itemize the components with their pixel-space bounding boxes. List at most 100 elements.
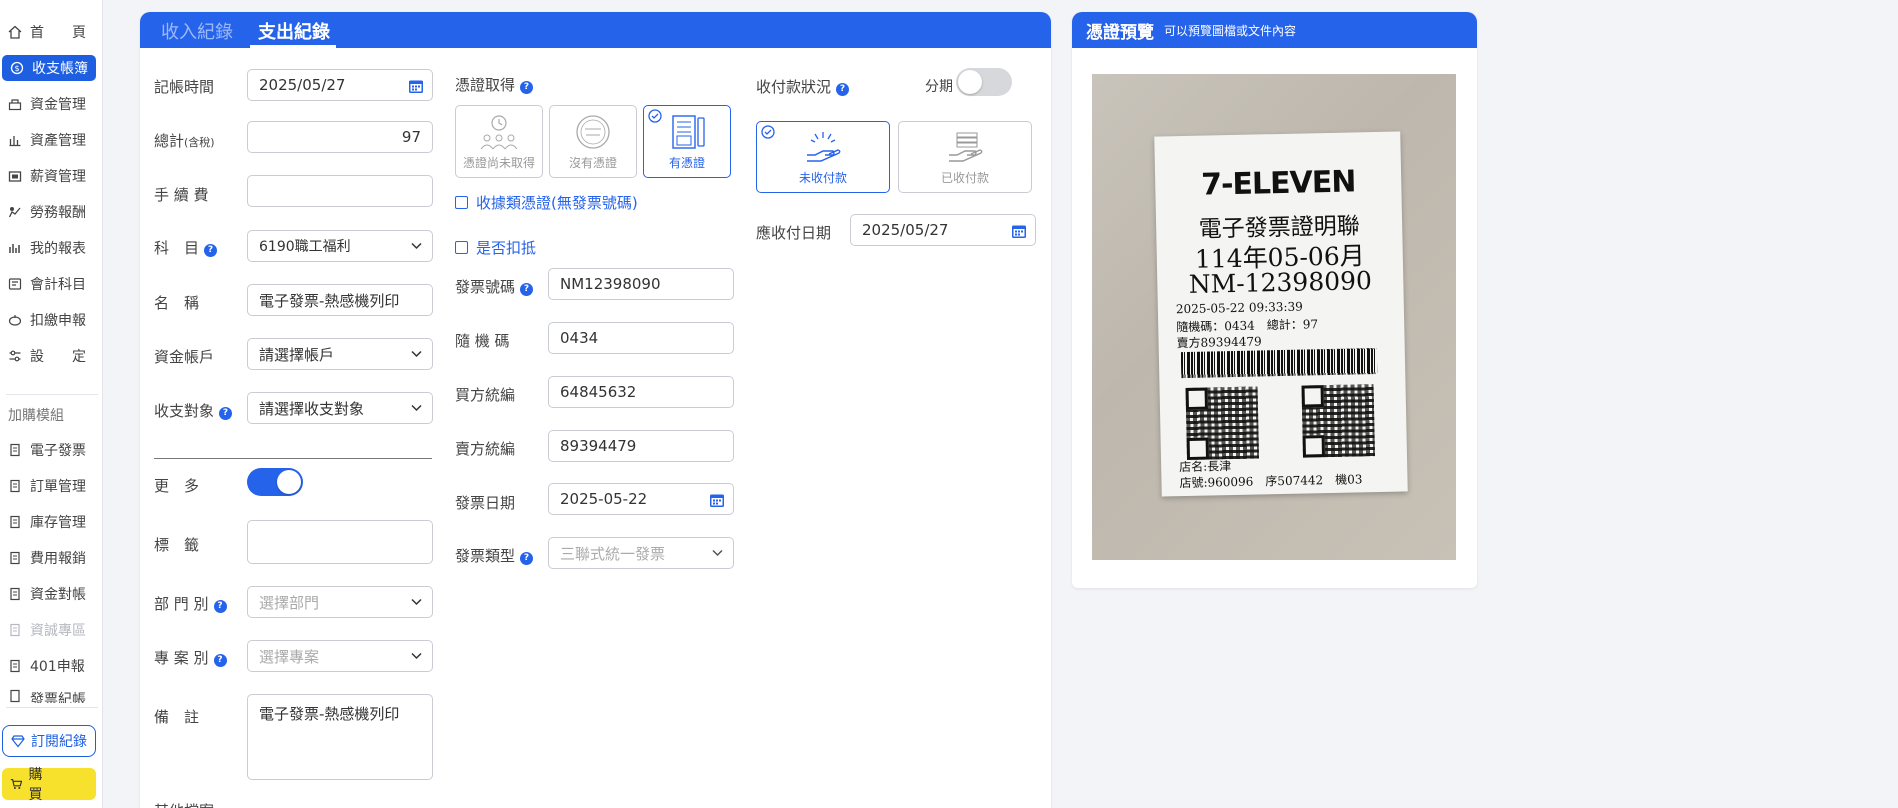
installment-toggle[interactable] (956, 68, 1012, 96)
sidebar-item-label: 首 頁 (30, 25, 86, 41)
sidebar-item-invoice-record[interactable]: 發票紀帳 (0, 689, 98, 703)
sidebar-item-orders[interactable]: 訂單管理 (0, 473, 98, 499)
sidebar-item-withholding[interactable]: 扣繳申報 (0, 307, 98, 333)
sidebar-item-ledger[interactable]: $ 收支帳簿 (2, 55, 96, 81)
record-tabs: 收入紀錄 支出紀錄 (140, 12, 1051, 48)
calendar-icon[interactable] (709, 492, 725, 508)
invoice-date-input[interactable]: 2025-05-22 (548, 483, 734, 515)
receipt-type-checkbox[interactable]: 收據類憑證(無發票號碼) (455, 192, 638, 213)
project-select[interactable]: 選擇專案 (247, 640, 433, 672)
subscription-record-button[interactable]: 訂閱紀錄 (2, 725, 96, 757)
paid-icon (943, 129, 987, 165)
calendar-icon[interactable] (408, 78, 424, 94)
tab-income[interactable]: 收入紀錄 (161, 18, 233, 44)
checkbox-box[interactable] (455, 241, 468, 254)
help-icon[interactable]: ? (520, 282, 534, 296)
fund-icon (8, 97, 22, 111)
help-icon[interactable]: ? (213, 653, 227, 667)
department-select[interactable]: 選擇部門 (247, 586, 433, 618)
sidebar-item-asset[interactable]: 資產管理 (0, 127, 98, 153)
more-label: 更 多 (154, 477, 200, 495)
random-code-input[interactable]: 0434 (548, 322, 734, 354)
active-tab-indicator (250, 45, 336, 48)
other-files-label: 其他檔案 (154, 800, 214, 808)
account-label: 資金帳戶 (154, 348, 215, 366)
help-icon[interactable]: ? (213, 599, 227, 613)
installment-label: 分期 (925, 79, 953, 95)
asset-icon (8, 133, 22, 147)
tags-label: 標 籤 (154, 536, 200, 554)
sidebar-item-label: 資金管理 (30, 97, 86, 113)
sidebar-item-einvoice[interactable]: 電子發票 (0, 437, 98, 463)
payment-option-unpaid[interactable]: 未收付款 (756, 121, 890, 193)
sidebar-item-401[interactable]: 401申報 (0, 653, 98, 679)
sidebar-item-label: 收支帳簿 (32, 61, 88, 77)
invoice-date-label: 發票日期 (455, 494, 516, 512)
sidebar-item-label: 資金對帳 (30, 587, 86, 603)
record-form-card: 收入紀錄 支出紀錄 記帳時間 2025/05/27 總計(含稅) 97 手 續 … (140, 12, 1051, 808)
note-label: 備 註 (154, 708, 200, 726)
date-label: 記帳時間 (154, 78, 215, 96)
document-icon (8, 689, 22, 703)
document-icon (8, 479, 22, 493)
tab-expense[interactable]: 支出紀錄 (258, 18, 330, 44)
payment-option-paid[interactable]: 已收付款 (898, 121, 1032, 193)
buyer-id-label: 買方統編 (455, 386, 516, 404)
note-textarea[interactable]: 電子發票-熱感機列印 (247, 694, 433, 780)
sidebar-item-expense[interactable]: 費用報銷 (0, 545, 98, 571)
sidebar-item-salary[interactable]: 薪資管理 (0, 163, 98, 189)
sidebar-item-account[interactable]: 會計科目 (0, 271, 98, 297)
document-icon (8, 551, 22, 565)
invoice-no-input[interactable]: NM12398090 (548, 268, 734, 300)
voucher-option-has[interactable]: 有憑證 (643, 105, 731, 178)
sidebar-item-reconcile[interactable]: 資金對帳 (0, 581, 98, 607)
help-icon[interactable]: ? (520, 80, 534, 94)
preview-header: 憑證預覽 可以預覽圖檔或文件內容 (1072, 12, 1477, 48)
sidebar-item-pwc[interactable]: 資誠專區 (0, 617, 98, 643)
sidebar-item-label: 資產管理 (30, 133, 86, 149)
sidebar-item-report[interactable]: 我的報表 (0, 235, 98, 261)
project-label: 專 案 別? (154, 647, 227, 668)
counterparty-select[interactable]: 請選擇收支對象 (247, 392, 433, 424)
sidebar-item-settings[interactable]: 設 定 (0, 343, 98, 369)
preview-title: 憑證預覽 (1086, 22, 1154, 43)
seller-id-input[interactable]: 89394479 (548, 430, 734, 462)
seller-id-label: 賣方統編 (455, 440, 516, 458)
sidebar-item-inventory[interactable]: 庫存管理 (0, 509, 98, 535)
help-icon[interactable]: ? (520, 551, 534, 565)
due-date-input[interactable]: 2025/05/27 (850, 214, 1036, 246)
help-icon[interactable]: ? (204, 243, 218, 257)
total-input[interactable]: 97 (247, 121, 433, 153)
deduct-checkbox[interactable]: 是否扣抵 (455, 237, 536, 258)
receipt-number: NM-12398090 (1188, 266, 1373, 299)
checkbox-box[interactable] (455, 196, 468, 209)
voucher-option-none[interactable]: 沒有憑證 (549, 105, 637, 178)
fee-input[interactable] (247, 175, 433, 207)
preview-subtitle: 可以預覽圖檔或文件內容 (1164, 23, 1297, 38)
receipt-image: 7-ELEVEN 電子發票證明聯 114年05-06月 NM-12398090 … (1154, 131, 1408, 497)
account-select[interactable]: 請選擇帳戶 (247, 338, 433, 370)
ledger-icon: $ (10, 61, 24, 75)
tags-input[interactable] (247, 520, 433, 564)
labor-icon (8, 205, 22, 219)
buy-button[interactable]: 購買 (2, 767, 96, 803)
diamond-icon (11, 735, 25, 748)
sidebar-item-labor[interactable]: 勞務報酬 (0, 199, 98, 225)
buyer-id-input[interactable]: 64845632 (548, 376, 734, 408)
help-icon[interactable]: ? (836, 82, 850, 96)
help-icon[interactable]: ? (219, 406, 233, 420)
sidebar-item-home[interactable]: 首 頁 (0, 19, 98, 45)
sidebar-item-label: 訂單管理 (30, 479, 86, 495)
has-voucher-icon (665, 114, 709, 150)
voucher-option-pending[interactable]: 憑證尚未取得 (455, 105, 543, 178)
subject-select[interactable]: 6190職工福利 (247, 230, 433, 262)
calendar-icon[interactable] (1011, 223, 1027, 239)
receipt-photo[interactable]: 7-ELEVEN 電子發票證明聯 114年05-06月 NM-12398090 … (1092, 74, 1456, 560)
name-input[interactable]: 電子發票-熱感機列印 (247, 284, 433, 316)
invoice-type-select[interactable]: 三聯式統一發票 (548, 537, 734, 569)
date-input[interactable]: 2025/05/27 (247, 69, 433, 101)
unpaid-icon (801, 129, 845, 165)
sidebar-item-label: 庫存管理 (30, 515, 86, 531)
more-toggle[interactable] (247, 468, 303, 496)
sidebar-item-fund[interactable]: 資金管理 (0, 91, 98, 117)
